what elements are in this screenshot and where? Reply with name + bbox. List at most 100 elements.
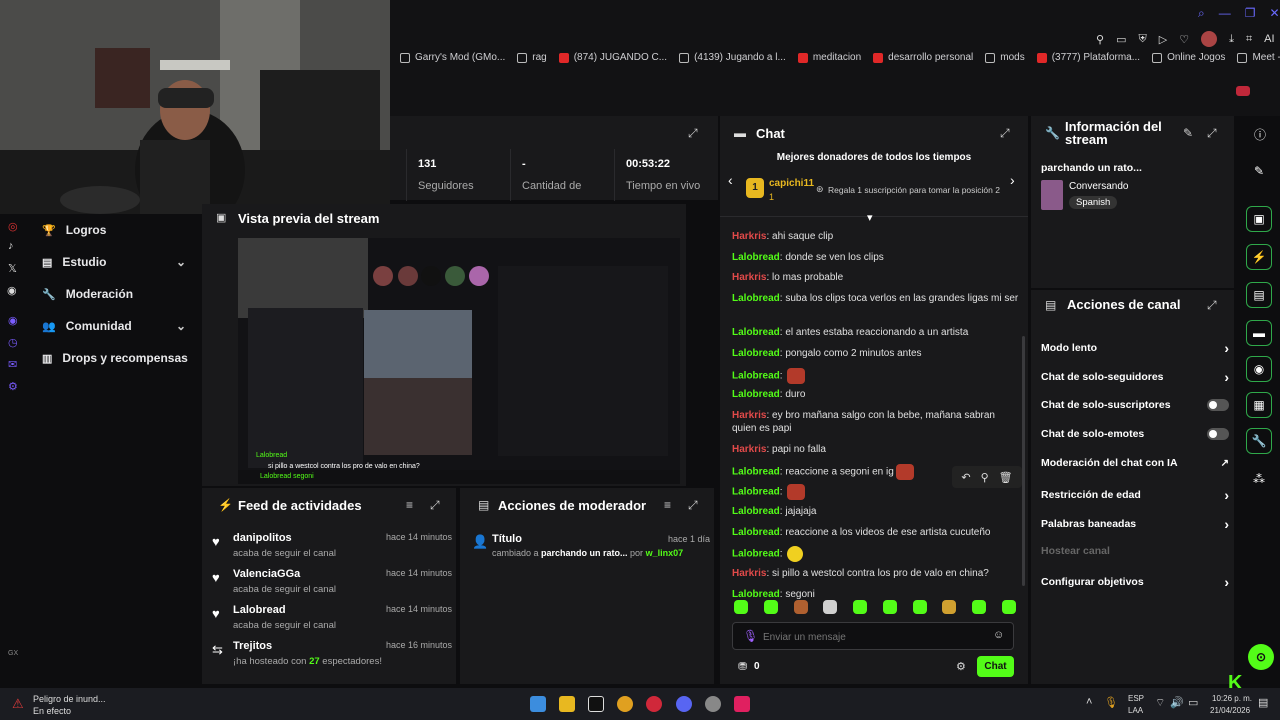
warning-icon[interactable]: ⚠ — [12, 696, 24, 712]
pin-icon[interactable]: ⚲ — [1096, 33, 1104, 46]
chat-message[interactable]: Lalobread: pongalo como 2 minutos antes — [732, 347, 1022, 360]
wifi-icon[interactable]: ⌔ — [1155, 696, 1165, 710]
channel-action-row[interactable]: Chat de solo-suscriptores — [1041, 398, 1229, 411]
chat-username[interactable]: Lalobread — [732, 527, 780, 538]
bookmark-item[interactable]: Garry's Mod (GMo... — [400, 52, 505, 63]
chat-message[interactable]: Lalobread: jajajaja — [732, 505, 1022, 518]
capcut-icon[interactable] — [734, 696, 750, 712]
filter-icon[interactable]: ≡ — [664, 498, 671, 512]
screenshot-icon[interactable]: ⌗ — [1246, 33, 1252, 46]
emote-icon[interactable] — [882, 600, 897, 614]
external-link-icon[interactable]: ↗ — [1221, 458, 1229, 469]
bookmark-item[interactable]: Online Jogos — [1152, 52, 1225, 63]
pin-icon[interactable]: ⚲ — [981, 471, 989, 484]
chat-username[interactable]: Lalobread — [732, 389, 780, 400]
channel-action-row[interactable]: Restricción de edad › — [1041, 487, 1229, 503]
filter-icon[interactable]: ≡ — [406, 498, 413, 512]
emote-icon[interactable] — [787, 546, 804, 563]
emote-icon[interactable] — [1001, 600, 1016, 614]
chat-username[interactable]: Harkris — [732, 272, 766, 283]
settings-icon[interactable]: ⚙ — [8, 380, 18, 393]
chat-username[interactable]: Lalobread — [732, 370, 780, 381]
chevron-left-icon[interactable]: ‹ — [728, 172, 733, 188]
chat-message[interactable]: Harkris: si pillo a westcol contra los p… — [732, 567, 1022, 580]
chat-message[interactable]: Harkris: ey bro mañana salgo con la bebe… — [732, 409, 1022, 435]
nav-item[interactable]: 🏆 Logros — [26, 214, 200, 246]
document-icon[interactable]: ▤ — [1246, 282, 1272, 308]
play-icon[interactable]: ▷ — [1159, 33, 1167, 46]
player-icon[interactable]: ◉ — [8, 314, 18, 327]
ai-button[interactable]: AI — [1264, 33, 1274, 45]
chevron-right-icon[interactable]: › — [1224, 340, 1229, 356]
chat-message[interactable]: Lalobread: — [732, 546, 1022, 563]
clock-date[interactable]: 21/04/2026 — [1210, 706, 1250, 715]
chat-message[interactable]: Lalobread: duro — [732, 388, 1022, 401]
bookmark-item[interactable]: desarrollo personal — [873, 52, 973, 63]
chat-scrollbar[interactable] — [1022, 336, 1025, 586]
emote-icon[interactable] — [787, 367, 806, 384]
messenger-icon[interactable]: ✉ — [8, 358, 17, 371]
chat-icon[interactable]: ▬ — [1246, 320, 1272, 346]
channel-action-row[interactable]: Modo lento › — [1041, 340, 1229, 356]
expand-icon[interactable]: ⤢ — [1207, 126, 1217, 141]
chat-username[interactable]: Lalobread — [732, 589, 780, 600]
expand-icon[interactable]: ⤢ — [1207, 298, 1217, 313]
pencil-icon[interactable]: ✎ — [1254, 164, 1264, 178]
chat-message[interactable]: Lalobread: donde se ven los clips — [732, 251, 1022, 264]
volume-icon[interactable]: 🔊 — [1170, 696, 1184, 709]
emote-icon[interactable] — [793, 600, 808, 614]
discord-icon[interactable]: ◉ — [7, 284, 17, 297]
notification-icon[interactable]: ▤ — [1258, 696, 1268, 709]
bookmark-item[interactable]: (4139) Jugando a l... — [679, 52, 786, 63]
bookmark-item[interactable]: rag — [517, 52, 547, 63]
window-icon[interactable]: ▭ — [1116, 33, 1126, 46]
channel-action-row[interactable]: Chat de solo-emotes — [1041, 427, 1229, 440]
delete-icon[interactable]: 🗑 — [999, 471, 1013, 484]
chat-username[interactable]: Lalobread — [732, 348, 780, 359]
history-icon[interactable]: ◷ — [8, 336, 18, 349]
heart-outline-icon[interactable]: ♡ — [1179, 33, 1189, 46]
edit-icon[interactable]: ✎ — [1183, 126, 1193, 140]
expand-icon[interactable]: ⤢ — [1000, 126, 1010, 141]
chat-message[interactable]: Harkris: lo mas probable — [732, 271, 1022, 284]
toggle-switch[interactable] — [1207, 398, 1229, 411]
chat-message[interactable]: Lalobread: el antes estaba reaccionando … — [732, 326, 1022, 339]
stream-preview-video[interactable]: Lalobread si pillo a westcol contra los … — [238, 238, 680, 484]
chat-username[interactable]: Lalobread — [732, 293, 780, 304]
donor-name[interactable]: capichi11 — [769, 178, 814, 189]
chevron-up-icon[interactable]: ˄ — [1086, 696, 1092, 708]
chevron-right-icon[interactable]: › — [1224, 574, 1229, 590]
emote-icon[interactable] — [895, 463, 914, 480]
emote-icon[interactable] — [853, 600, 868, 614]
bookmark-item[interactable]: Meet - bmi-cosq-... — [1237, 52, 1280, 63]
tiktok-icon[interactable]: ♪ — [8, 240, 14, 252]
channel-action-row[interactable]: Moderación del chat con IA ↗ — [1041, 457, 1229, 469]
shield-icon[interactable]: ⛨ — [1138, 33, 1146, 46]
toggle-switch[interactable] — [1207, 427, 1229, 440]
emote-icon[interactable] — [763, 600, 778, 614]
info-icon[interactable]: ⓘ — [1254, 126, 1266, 143]
chat-username[interactable]: Lalobread — [732, 466, 780, 477]
pinned-icon[interactable]: ▾ — [867, 211, 873, 224]
chat-message[interactable]: Lalobread: — [732, 367, 1022, 384]
kick-chat-bubble-icon[interactable]: ⊙ — [1248, 644, 1274, 670]
language-line1[interactable]: ESP — [1128, 694, 1144, 703]
broadcast-icon[interactable]: ◉ — [1246, 356, 1272, 382]
bolt-icon[interactable]: ⚡ — [1246, 244, 1272, 270]
emoji-icon[interactable]: ☺ — [993, 629, 1004, 641]
emote-icon[interactable] — [942, 600, 957, 614]
emote-icon[interactable] — [787, 484, 806, 501]
chevron-down-icon[interactable]: ⌄ — [176, 319, 186, 333]
category-thumbnail[interactable] — [1041, 180, 1063, 210]
emote-icon[interactable] — [823, 600, 838, 614]
chat-username[interactable]: Harkris — [732, 568, 766, 579]
download-icon[interactable]: ⤓ — [1229, 33, 1234, 46]
emote-icon[interactable] — [972, 600, 987, 614]
chat-input[interactable] — [763, 628, 983, 646]
category-name[interactable]: Conversando — [1069, 181, 1128, 192]
emote-icon[interactable] — [734, 600, 748, 614]
channel-action-row[interactable]: Palabras baneadas › — [1041, 516, 1229, 532]
chevron-right-icon[interactable]: › — [1224, 516, 1229, 532]
chevron-right-icon[interactable]: › — [1224, 369, 1229, 385]
bookmark-item[interactable]: (3777) Plataforma... — [1036, 52, 1140, 63]
